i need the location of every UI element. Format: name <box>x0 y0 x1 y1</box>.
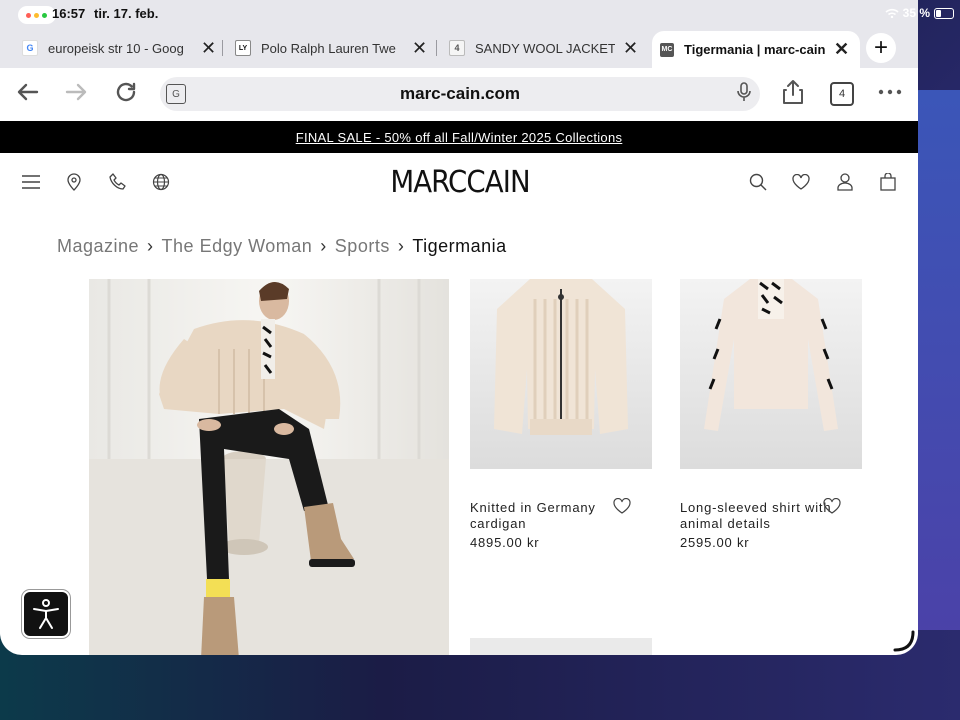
tab-bar: 16:57 tir. 17. feb. G europeisk str 10 -… <box>0 0 918 68</box>
tab-label: Tigermania | marc-cain <box>684 42 826 57</box>
status-time: 16:57 <box>52 6 86 21</box>
chevron-right-icon: › <box>147 236 154 256</box>
close-tab-icon[interactable]: ✕ <box>201 38 216 59</box>
status-indicators: 35 % <box>885 6 954 20</box>
new-tab-button[interactable]: + <box>866 33 896 63</box>
tab-google[interactable]: G europeisk str 10 - Goog ✕ <box>22 33 217 63</box>
address-bar[interactable]: G marc-cain.com <box>160 77 760 111</box>
breadcrumb-magazine[interactable]: Magazine <box>57 236 139 257</box>
close-tab-icon[interactable]: ✕ <box>623 38 638 59</box>
page-favicon-icon: 4 <box>449 40 465 56</box>
heart-icon[interactable] <box>790 171 812 193</box>
tab-label: Polo Ralph Lauren Twe <box>261 40 396 56</box>
breadcrumb: Magazine › The Edgy Woman › Sports › Tig… <box>57 236 507 257</box>
wifi-icon <box>885 8 899 18</box>
tab-separator <box>436 40 437 56</box>
forward-icon[interactable] <box>62 78 90 106</box>
more-options-icon[interactable] <box>876 78 904 106</box>
browser-window: 16:57 tir. 17. feb. G europeisk str 10 -… <box>0 0 918 655</box>
tab-label: SANDY WOOL JACKET <box>475 40 615 56</box>
location-pin-icon[interactable] <box>63 171 85 193</box>
chevron-right-icon: › <box>320 236 327 256</box>
tab-label: europeisk str 10 - Goog <box>48 40 184 56</box>
tab-overview-button[interactable]: 4 <box>830 82 854 106</box>
product-name[interactable]: Long-sleeved shirt with animal details <box>680 500 845 532</box>
battery-icon <box>934 7 954 19</box>
marc-cain-favicon-icon: MC <box>660 42 674 57</box>
share-icon[interactable] <box>779 78 807 106</box>
window-controls[interactable] <box>18 6 56 24</box>
promo-text[interactable]: FINAL SALE - 50% off all Fall/Winter 202… <box>0 130 918 145</box>
hamburger-icon[interactable] <box>20 171 42 193</box>
breadcrumb-tigermania: Tigermania <box>412 236 507 256</box>
phone-icon[interactable] <box>107 171 129 193</box>
search-icon[interactable] <box>747 171 769 193</box>
promo-banner[interactable]: FINAL SALE - 50% off all Fall/Winter 202… <box>0 121 918 153</box>
close-tab-icon[interactable]: ✕ <box>834 39 849 60</box>
url-text: marc-cain.com <box>400 84 520 103</box>
tab-separator <box>222 40 223 56</box>
status-date: tir. 17. feb. <box>94 6 159 21</box>
bag-icon[interactable] <box>877 171 899 193</box>
product-price: 2595.00 kr <box>680 535 750 550</box>
accessibility-icon[interactable] <box>22 590 70 638</box>
back-icon[interactable] <box>14 78 42 106</box>
tab-polo[interactable]: LY Polo Ralph Lauren Twe ✕ <box>235 33 430 63</box>
product-name[interactable]: Knitted in Germany cardigan <box>470 500 630 532</box>
browser-toolbar: G marc-cain.com 4 <box>0 68 918 120</box>
chevron-right-icon: › <box>397 236 405 256</box>
breadcrumb-the-edgy-woman[interactable]: The Edgy Woman <box>162 236 313 257</box>
resize-handle-icon[interactable] <box>893 630 915 652</box>
wishlist-heart-icon[interactable] <box>613 497 631 516</box>
close-tab-icon[interactable]: ✕ <box>412 38 427 59</box>
lys-favicon-icon: LY <box>235 40 251 56</box>
tab-sandy-jacket[interactable]: 4 SANDY WOOL JACKET ✕ <box>449 33 644 63</box>
product-image-shirt[interactable] <box>680 279 862 469</box>
battery-percent: 35 % <box>902 6 930 20</box>
product-image-next[interactable] <box>470 638 652 655</box>
product-price: 4895.00 kr <box>470 535 540 550</box>
product-image-cardigan[interactable] <box>470 279 652 469</box>
marc-cain-logo[interactable]: MARCCAIN <box>377 165 543 200</box>
tab-tigermania[interactable]: MC Tigermania | marc-cain ✕ <box>652 31 860 68</box>
microphone-icon[interactable] <box>736 82 752 107</box>
wishlist-heart-icon[interactable] <box>823 497 841 516</box>
reload-icon[interactable] <box>112 78 140 106</box>
globe-icon[interactable] <box>150 171 172 193</box>
google-favicon-icon: G <box>22 40 38 56</box>
breadcrumb-sports[interactable]: Sports <box>335 236 390 257</box>
user-icon[interactable] <box>834 171 856 193</box>
site-header: MARCCAIN <box>0 153 918 213</box>
editorial-model-image <box>89 279 449 655</box>
